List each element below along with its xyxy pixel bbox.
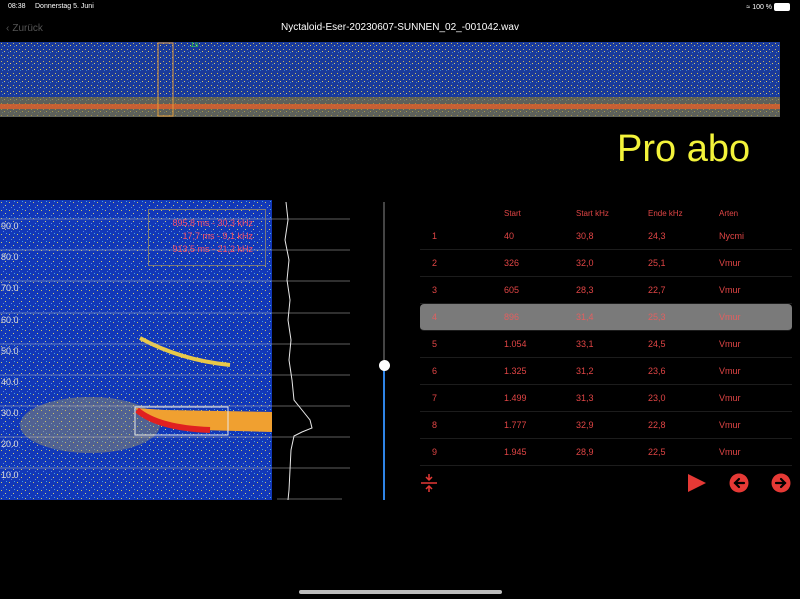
row-species: Vmur	[719, 258, 741, 268]
arrow-left-circle-icon[interactable]	[729, 473, 749, 493]
detections-table: Start Start kHz Ende kHz Arten 1 40 30,8 24…	[420, 205, 792, 466]
row-number: 9	[432, 447, 438, 457]
row-number: 8	[432, 420, 438, 430]
table-row[interactable]: 7 1.499 31,3 23,0 Vmur	[420, 385, 792, 412]
table-header: Start Start kHz Ende kHz Arten	[420, 205, 792, 223]
row-start: 605	[504, 285, 520, 295]
table-row[interactable]: 6 1.325 31,2 23,6 Vmur	[420, 358, 792, 385]
overview-spectrogram[interactable]: 1s	[0, 42, 780, 117]
status-date: Donnerstag 5. Juni	[35, 3, 94, 10]
row-end-khz: 24,5	[648, 339, 666, 349]
row-start-khz: 32,0	[576, 258, 594, 268]
row-species: Vmur	[719, 312, 741, 322]
row-start: 1.054	[504, 339, 527, 349]
row-start: 1.945	[504, 447, 527, 457]
row-end-khz: 25,1	[648, 258, 666, 268]
row-end-khz: 23,6	[648, 366, 666, 376]
row-end-khz: 22,5	[648, 447, 666, 457]
row-number: 4	[432, 312, 438, 322]
table-row[interactable]: 2 326 32,0 25,1 Vmur	[420, 250, 792, 277]
row-start-khz: 30,8	[576, 231, 594, 241]
slider-fill	[383, 366, 385, 500]
row-number: 2	[432, 258, 438, 268]
row-start-khz: 33,1	[576, 339, 594, 349]
table-row[interactable]: 3 605 28,3 22,7 Vmur	[420, 277, 792, 304]
arrow-right-circle-icon[interactable]	[771, 473, 791, 493]
row-number: 7	[432, 393, 438, 403]
row-start: 1.499	[504, 393, 527, 403]
row-start-khz: 32,9	[576, 420, 594, 430]
measurement-line: 17,7 ms - 9,1 kHz	[182, 231, 253, 241]
wifi-icon: ≈	[746, 3, 751, 11]
row-start: 326	[504, 258, 520, 268]
header-species: Arten	[719, 209, 739, 218]
power-spectrum	[277, 201, 342, 500]
file-title: Nyctaloid-Eser-20230607-SUNNEN_02_-00104…	[281, 22, 519, 33]
row-start: 40	[504, 231, 515, 241]
header-start: Start	[504, 209, 521, 218]
status-right: ≈ 100 %	[746, 3, 790, 11]
measurement-line: 895,8 ms - 30,3 kHz	[172, 218, 253, 228]
row-end-khz: 24,3	[648, 231, 666, 241]
row-start-khz: 31,2	[576, 366, 594, 376]
row-end-khz: 25,3	[648, 312, 666, 322]
header-start-khz: Start kHz	[576, 209, 609, 218]
zoom-fit-icon[interactable]	[418, 473, 440, 493]
overview-marker-label: 1s	[190, 42, 198, 49]
row-start-khz: 28,9	[576, 447, 594, 457]
row-species: Vmur	[719, 339, 741, 349]
row-end-khz: 22,7	[648, 285, 666, 295]
table-row[interactable]: 1 40 30,8 24,3 Nycmi	[420, 223, 792, 250]
table-row[interactable]: 8 1.777 32,9 22,8 Vmur	[420, 412, 792, 439]
measurement-line: 913,5 ms - 21,2 kHz	[172, 244, 253, 254]
row-species: Vmur	[719, 366, 741, 376]
row-start: 1.325	[504, 366, 527, 376]
home-indicator	[299, 590, 502, 594]
table-row[interactable]: 5 1.054 33,1 24,5 Vmur	[420, 331, 792, 358]
measurement-box: 895,8 ms - 30,3 kHz 17,7 ms - 9,1 kHz 91…	[148, 209, 266, 266]
battery-icon	[774, 3, 790, 11]
row-start-khz: 31,4	[576, 312, 594, 322]
status-bar: 08:38 Donnerstag 5. Juni ≈ 100 %	[0, 0, 800, 14]
row-species: Vmur	[719, 285, 741, 295]
pro-abo-banner[interactable]: Pro abo	[617, 128, 750, 171]
row-species: Vmur	[719, 447, 741, 457]
play-icon[interactable]	[686, 473, 708, 493]
battery-level: 100 %	[752, 3, 773, 11]
row-number: 3	[432, 285, 438, 295]
row-number: 1	[432, 231, 438, 241]
row-number: 6	[432, 366, 438, 376]
row-number: 5	[432, 339, 438, 349]
row-start-khz: 28,3	[576, 285, 594, 295]
row-start-khz: 31,3	[576, 393, 594, 403]
table-row[interactable]: 9 1.945 28,9 22,5 Vmur	[420, 439, 792, 466]
row-species: Vmur	[719, 420, 741, 430]
header-end-khz: Ende kHz	[648, 209, 683, 218]
row-species: Nycmi	[719, 231, 744, 241]
row-species: Vmur	[719, 393, 741, 403]
row-end-khz: 23,0	[648, 393, 666, 403]
row-start: 896	[504, 312, 520, 322]
slider-thumb[interactable]	[379, 360, 390, 371]
status-time: 08:38	[8, 3, 26, 10]
row-start: 1.777	[504, 420, 527, 430]
row-end-khz: 22,8	[648, 420, 666, 430]
table-row[interactable]: 4 896 31,4 25,3 Vmur	[420, 304, 792, 331]
